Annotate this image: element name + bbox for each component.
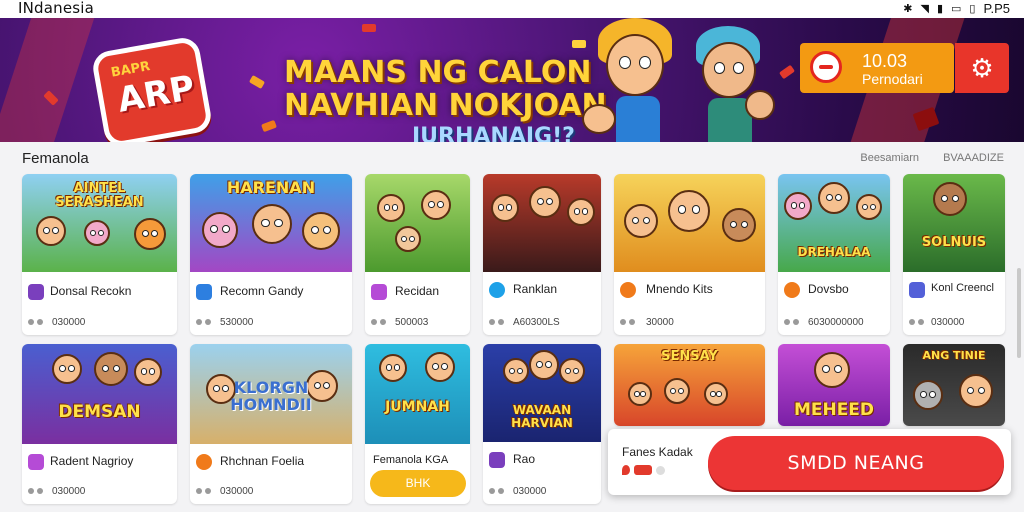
scrollbar[interactable]: [1017, 268, 1021, 358]
game-name: Ranklan: [513, 282, 558, 296]
game-card[interactable]: ANG TINIE: [903, 344, 1005, 426]
info-icon: [656, 465, 665, 475]
game-name: Femanola KGA: [373, 454, 449, 466]
rating-dots: [784, 319, 800, 325]
status-bar: INdanesia ✱ ◥ ▮ ▭ ▯ P.P5: [0, 0, 1024, 18]
game-card[interactable]: JUMNAH Femanola KGA BHK: [365, 344, 470, 504]
game-card[interactable]: Mnendo Kits 30000: [614, 174, 765, 335]
game-meta: A60300LS: [513, 317, 560, 328]
app-icon: [620, 282, 636, 298]
game-name: Konl Creencl: [931, 282, 994, 294]
game-meta: 530000: [220, 317, 254, 328]
nfc-icon: ▭: [951, 3, 962, 15]
wifi-icon: ◥: [920, 3, 929, 15]
banner-headline: MAANS NG CALON NAVHIAN NOKJOAN JURHANAIG…: [284, 55, 607, 143]
game-card[interactable]: DREHALAA Dovsbo 6030000000: [778, 174, 890, 335]
game-meta: 500003: [395, 317, 429, 328]
app-icon: [489, 282, 505, 298]
gear-icon: ⚙: [970, 53, 994, 83]
rating-dots: [620, 319, 636, 325]
small-action-button[interactable]: BHK: [370, 470, 466, 497]
game-art: WAVAAN HARVIAN: [483, 344, 601, 442]
game-art: HARENAN: [190, 174, 352, 272]
game-card[interactable]: Recidan 500003: [365, 174, 470, 335]
rating-dots: [371, 319, 387, 325]
game-art: DEMSAN: [22, 344, 177, 444]
game-art: JUMNAH: [365, 344, 470, 444]
game-art: ANG TINIE: [903, 344, 1005, 426]
app-icon: [371, 284, 387, 300]
game-card[interactable]: HARENAN Recomn Gandy 530000: [190, 174, 352, 335]
rating-dots: [28, 488, 44, 494]
game-art: SOLNUIS: [903, 174, 1005, 272]
rating-badge-icon: [634, 465, 652, 475]
section-link-1[interactable]: Beesamiarn: [860, 152, 919, 164]
game-meta: 030000: [931, 317, 965, 328]
game-meta: 30000: [646, 317, 674, 328]
rating-dots: [489, 488, 505, 494]
game-art: [365, 174, 470, 272]
bluetooth-icon: ✱: [903, 3, 913, 15]
game-name: Recidan: [395, 284, 440, 298]
game-meta: 030000: [52, 486, 86, 497]
game-card[interactable]: AINTEL SERASHEAN Donsal Recokn 030000: [22, 174, 177, 335]
game-card[interactable]: DEMSAN Radent Nagrioy 030000: [22, 344, 177, 504]
app-icon: [489, 452, 505, 468]
signal-icon: ▮: [936, 3, 944, 15]
promo-offer[interactable]: 10.03 Pernodari: [800, 43, 954, 93]
game-name: Dovsbo: [808, 282, 849, 296]
game-name: Mnendo Kits: [646, 282, 713, 296]
rating-dots: [196, 488, 212, 494]
app-icon: [909, 282, 925, 298]
promo-banner[interactable]: BAPR ARP MAANS NG CALON NAVHIAN NOKJOAN …: [0, 18, 1024, 142]
app-icon: [28, 454, 44, 470]
game-name: Recomn Gandy: [220, 284, 304, 298]
app-icon: [196, 454, 212, 470]
game-card[interactable]: WAVAAN HARVIAN Rao 030000: [483, 344, 601, 504]
game-name: Radent Nagrioy: [50, 454, 134, 468]
game-art: AINTEL SERASHEAN: [22, 174, 177, 272]
app-logo: BAPR ARP: [90, 35, 214, 142]
game-meta: 030000: [513, 486, 547, 497]
rating-dots: [909, 319, 925, 325]
game-art: [483, 174, 601, 272]
cta-button[interactable]: SMDD NEANG: [708, 436, 1004, 490]
game-card[interactable]: MEHEED: [778, 344, 890, 426]
app-icon: [784, 282, 800, 298]
game-name: Rao: [513, 452, 536, 466]
app-icon: [196, 284, 212, 300]
rating-dots: [489, 319, 505, 325]
install-app-name: Fanes Kadak: [622, 445, 693, 459]
section-title: Femanola: [22, 150, 89, 167]
app-icon: [28, 284, 44, 300]
section-links: Beesamiarn BVAAADIZE: [860, 152, 1004, 164]
game-name: Rhchnan Foelia: [220, 454, 305, 468]
game-art: DREHALAA: [778, 174, 890, 272]
status-title: INdanesia: [18, 0, 95, 17]
game-card[interactable]: SOLNUIS Konl Creencl 030000: [903, 174, 1005, 335]
game-art: MEHEED: [778, 344, 890, 426]
status-icons: ✱ ◥ ▮ ▭ ▯ P.P5: [903, 1, 1010, 16]
settings-button[interactable]: ⚙: [955, 43, 1009, 93]
status-right: P.P5: [983, 1, 1010, 16]
game-card[interactable]: KLORGN HOMNDII Rhchnan Foelia 030000: [190, 344, 352, 504]
game-name: Donsal Recokn: [50, 284, 132, 298]
battery-icon: ▯: [969, 3, 976, 15]
game-card[interactable]: Ranklan A60300LS: [483, 174, 601, 335]
rating-dots: [28, 319, 44, 325]
game-art: [614, 174, 765, 272]
section-link-2[interactable]: BVAAADIZE: [943, 152, 1004, 164]
rating-dots: [196, 319, 212, 325]
game-meta: 6030000000: [808, 317, 864, 328]
game-art: SENSAY: [614, 344, 765, 426]
chat-bubble-icon: [810, 51, 842, 83]
install-indicators: [622, 465, 665, 475]
game-meta: 030000: [52, 317, 86, 328]
game-card[interactable]: SENSAY: [614, 344, 765, 426]
heart-icon: [622, 465, 630, 475]
game-art: KLORGN HOMNDII: [190, 344, 352, 444]
game-meta: 030000: [220, 486, 254, 497]
